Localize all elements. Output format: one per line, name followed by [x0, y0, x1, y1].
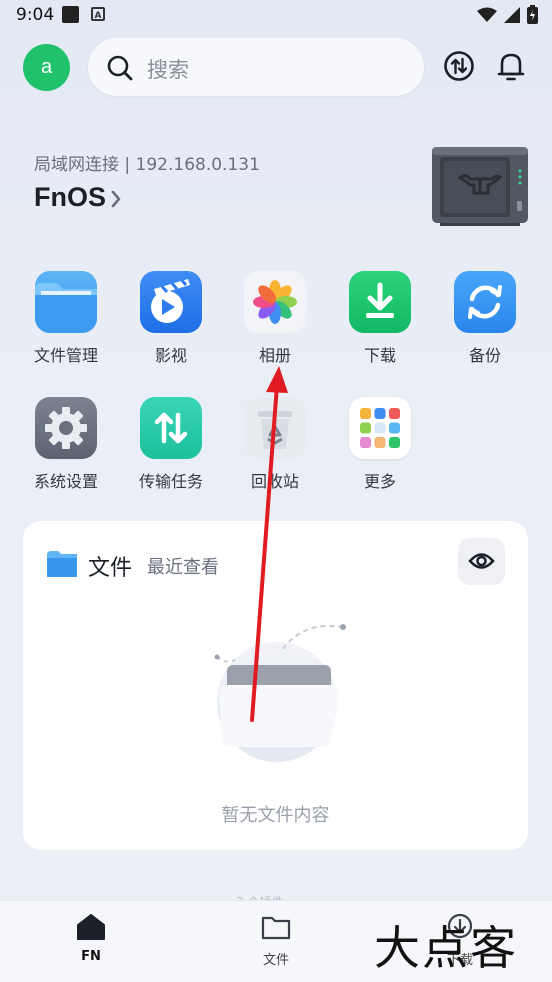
search-placeholder: 搜索	[147, 58, 189, 82]
recent-files-card: 文件 最近查看 暂无文件内容	[23, 521, 528, 850]
avatar[interactable]: a	[23, 44, 70, 91]
app-label: 下载	[363, 346, 396, 365]
nas-device-icon[interactable]	[430, 145, 530, 227]
folder-icon	[35, 271, 97, 333]
home-icon	[77, 914, 105, 940]
connection-info: 局域网连接 | 192.168.0.131	[34, 155, 260, 175]
eye-icon	[468, 553, 495, 569]
app-file-manager[interactable]: 文件管理	[16, 271, 116, 366]
sync-icon[interactable]	[443, 50, 475, 82]
watermark: 大点客	[374, 921, 518, 975]
notification-a-icon: A	[91, 7, 105, 21]
empty-state-text: 暂无文件内容	[221, 805, 330, 826]
gear-icon	[35, 397, 97, 459]
status-bar: 9:04 A	[0, 0, 552, 30]
app-download[interactable]: 下载	[330, 271, 430, 366]
more-apps-icon	[349, 397, 411, 459]
status-time: 9:04	[16, 5, 55, 25]
app-label: 备份	[468, 346, 501, 365]
recycle-bin-icon	[244, 397, 306, 459]
bell-icon[interactable]	[495, 50, 527, 82]
app-transfer[interactable]: 传输任务	[121, 397, 221, 492]
tab-label: FN	[81, 949, 101, 964]
app-label: 更多	[363, 472, 396, 491]
empty-folder-illustration	[214, 624, 346, 762]
device-name[interactable]: FnOS	[34, 182, 106, 213]
search-bar[interactable]: 搜索	[88, 38, 424, 96]
card-subtitle: 最近查看	[147, 557, 219, 578]
app-video[interactable]: 影视	[121, 271, 221, 366]
photos-icon	[244, 271, 306, 333]
film-icon	[140, 271, 202, 333]
download-icon	[349, 271, 411, 333]
app-recycle-bin[interactable]: 回收站	[225, 397, 325, 492]
folder-icon	[47, 551, 77, 577]
signal-icon	[504, 6, 520, 23]
app-settings[interactable]: 系统设置	[16, 397, 116, 492]
battery-icon	[527, 5, 538, 24]
chevron-right-icon[interactable]	[110, 189, 122, 209]
app-more[interactable]: 更多	[330, 397, 430, 492]
app-label: 文件管理	[33, 346, 98, 365]
transfer-icon	[140, 397, 202, 459]
card-title: 文件	[88, 556, 133, 581]
backup-icon	[454, 271, 516, 333]
wifi-icon	[477, 7, 497, 22]
app-backup[interactable]: 备份	[435, 271, 535, 366]
status-right-icons	[477, 5, 538, 24]
notification-square-icon	[62, 6, 79, 23]
visibility-toggle-button[interactable]	[458, 538, 505, 585]
app-label: 传输任务	[138, 472, 203, 491]
app-photos[interactable]: 相册	[225, 271, 325, 366]
app-label: 影视	[154, 346, 187, 365]
app-label: 系统设置	[33, 472, 98, 491]
search-icon	[107, 55, 133, 81]
tab-fn[interactable]: FN	[51, 913, 131, 964]
tab-label: 文件	[262, 953, 289, 968]
app-label: 回收站	[250, 472, 299, 491]
folder-outline-icon	[261, 916, 291, 940]
app-label: 相册	[258, 346, 291, 365]
tab-files[interactable]: 文件	[236, 913, 316, 968]
